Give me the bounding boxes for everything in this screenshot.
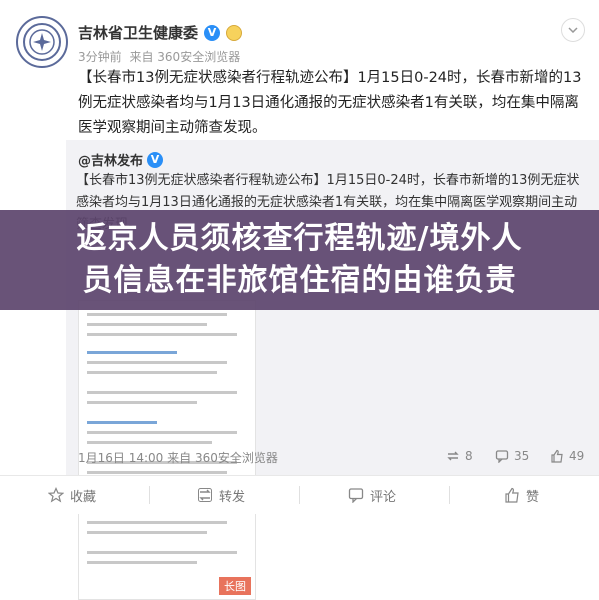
emoji-badge-icon bbox=[226, 24, 243, 41]
repost-time[interactable]: 1月16日 14:00 bbox=[78, 451, 163, 465]
verified-icon: V bbox=[147, 151, 164, 168]
like-count: 49 bbox=[569, 449, 585, 463]
like-button[interactable]: 赞 bbox=[504, 476, 539, 514]
emblem-icon bbox=[23, 23, 61, 61]
favorite-button[interactable]: 收藏 bbox=[48, 476, 96, 514]
divider bbox=[299, 486, 300, 504]
headline-banner: 返京人员须核查行程轨迹/境外人 员信息在非旅馆住宿的由谁负责 bbox=[0, 210, 599, 310]
repost-meta: 1月16日 14:00 来自 360安全浏览器 bbox=[78, 449, 278, 466]
comment-count-button[interactable]: 35 bbox=[495, 449, 529, 463]
headline-line-1: 返京人员须核查行程轨迹/境外人 bbox=[76, 221, 523, 256]
repost-author-line: @吉林发布 V bbox=[78, 150, 164, 169]
divider bbox=[149, 486, 150, 504]
chevron-down-icon[interactable] bbox=[561, 18, 585, 42]
post-text: 【长春市13例无症状感染者行程轨迹公布】1月15日0-24时，长春市新增的13例… bbox=[78, 70, 582, 136]
repost-count: 8 bbox=[465, 449, 473, 463]
repost-source: 来自 360安全浏览器 bbox=[167, 451, 278, 465]
comment-icon bbox=[495, 450, 509, 463]
thumbs-up-icon bbox=[505, 487, 519, 503]
comment-icon bbox=[348, 488, 364, 503]
post-header: 吉林省卫生健康委 V 3分钟前 来自 360安全浏览器 【长春市13例无症状感染… bbox=[0, 0, 599, 140]
like-label: 赞 bbox=[526, 489, 540, 505]
long-image-tag: 长图 bbox=[219, 577, 251, 595]
repost-icon bbox=[447, 451, 459, 461]
thumbs-up-icon bbox=[551, 449, 563, 463]
like-count-button[interactable]: 49 bbox=[550, 449, 584, 463]
repost-author[interactable]: @吉林发布 bbox=[78, 150, 143, 169]
repost-label: 转发 bbox=[219, 489, 246, 505]
divider bbox=[449, 486, 450, 504]
post-meta: 3分钟前 来自 360安全浏览器 bbox=[78, 48, 244, 65]
favorite-label: 收藏 bbox=[70, 489, 97, 505]
repost-count-button[interactable]: 8 bbox=[446, 449, 473, 463]
headline-line-2: 员信息在非旅馆住宿的由谁负责 bbox=[82, 263, 517, 298]
repost-button[interactable]: 转发 bbox=[197, 476, 245, 514]
avatar[interactable] bbox=[16, 16, 68, 68]
author-name[interactable]: 吉林省卫生健康委 bbox=[78, 22, 198, 43]
comment-count: 35 bbox=[514, 449, 530, 463]
repost-icon bbox=[198, 488, 212, 502]
author-line: 吉林省卫生健康委 V bbox=[78, 22, 243, 43]
action-bar: 收藏 转发 评论 赞 bbox=[0, 475, 599, 514]
star-icon bbox=[48, 487, 64, 503]
comment-label: 评论 bbox=[370, 489, 397, 505]
verified-icon: V bbox=[204, 24, 221, 41]
post-time[interactable]: 3分钟前 bbox=[78, 50, 122, 64]
comment-button[interactable]: 评论 bbox=[348, 476, 396, 514]
post-source: 来自 360安全浏览器 bbox=[129, 50, 241, 64]
